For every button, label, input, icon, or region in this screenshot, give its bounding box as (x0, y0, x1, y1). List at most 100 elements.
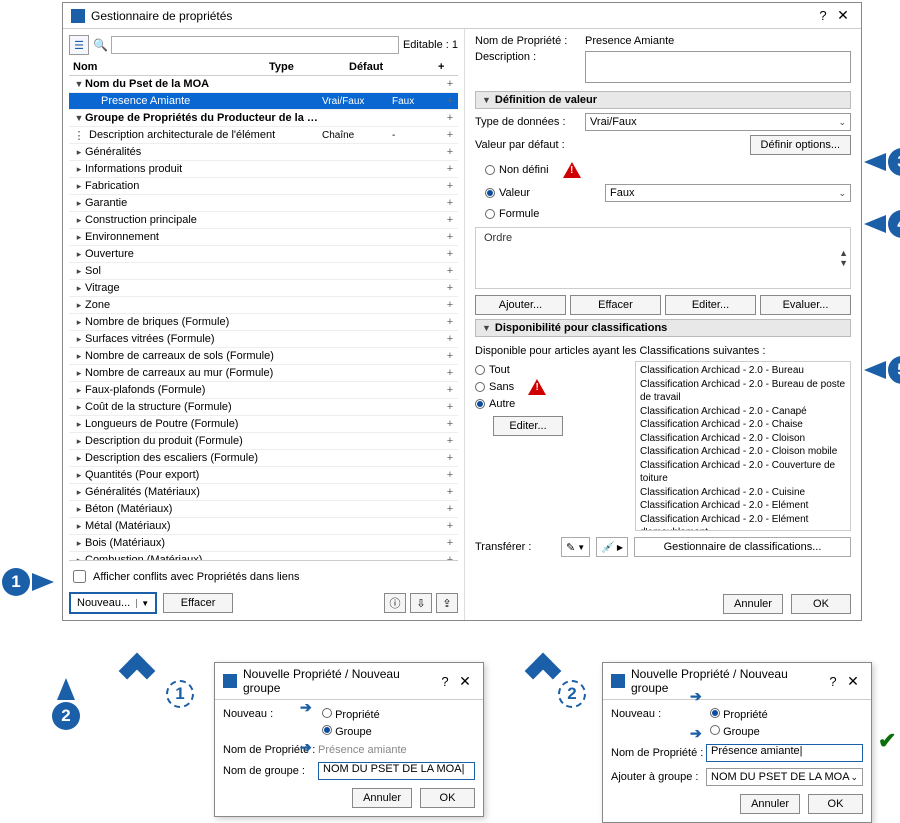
group-name-input[interactable]: NOM DU PSET DE LA MOA| (318, 762, 475, 780)
help-button[interactable]: ? (823, 674, 843, 689)
export-icon[interactable]: ⇪ (436, 593, 458, 613)
move-down-icon[interactable]: ▼ (839, 258, 848, 268)
classification-manager-button[interactable]: Gestionnaire de classifications... (634, 537, 851, 557)
radio-value[interactable] (485, 188, 495, 198)
import-icon[interactable]: ⇩ (410, 593, 432, 613)
tree-row[interactable]: ▸Description des escaliers (Formule)+ (69, 450, 458, 467)
add-to-group-select[interactable]: NOM DU PSET DE LA MOA⌄ (706, 768, 863, 786)
cancel-button[interactable]: Annuler (352, 788, 412, 808)
section-availability[interactable]: ▼Disponibilité pour classifications (475, 319, 851, 337)
erase-button[interactable]: Effacer (163, 593, 233, 613)
add-button[interactable]: Ajouter... (475, 295, 566, 315)
tree-row[interactable]: ▸Fabrication+ (69, 178, 458, 195)
tree-row[interactable]: ▸Environnement+ (69, 229, 458, 246)
prop-name-input[interactable]: Présence amiante| (706, 744, 863, 762)
order-box[interactable]: Ordre ▲▼ (475, 227, 851, 289)
tree-row[interactable]: ▸Bois (Matériaux)+ (69, 535, 458, 552)
cancel-button[interactable]: Annuler (723, 594, 783, 614)
classification-item[interactable]: Classification Archicad - 2.0 - Chaise (640, 418, 846, 432)
close-button[interactable]: ✕ (843, 673, 863, 690)
classification-list[interactable]: Classification Archicad - 2.0 - BureauCl… (635, 361, 851, 531)
radio-none[interactable] (475, 382, 485, 392)
classification-item[interactable]: Classification Archicad - 2.0 - Cloison … (640, 445, 846, 459)
search-icon: 🔍 (93, 38, 107, 52)
ok-button[interactable]: OK (420, 788, 475, 808)
search-input[interactable] (111, 36, 399, 54)
classification-item[interactable]: Classification Archicad - 2.0 - Elément … (640, 513, 846, 532)
col-default[interactable]: Défaut (349, 61, 438, 73)
tree-row[interactable]: ⋮Description architecturale de l'élément… (69, 127, 458, 144)
radio-group[interactable] (710, 725, 720, 735)
tree-row[interactable]: ▸Garantie+ (69, 195, 458, 212)
tree-row[interactable]: Presence AmianteVrai/FauxFaux+ (69, 93, 458, 110)
classification-item[interactable]: Classification Archicad - 2.0 - Bureau d… (640, 378, 846, 405)
erase-value-button[interactable]: Effacer (570, 295, 661, 315)
tree-row[interactable]: ▸Construction principale+ (69, 212, 458, 229)
evaluate-button[interactable]: Evaluer... (760, 295, 851, 315)
classification-item[interactable]: Classification Archicad - 2.0 - Elément (640, 499, 846, 513)
description-input[interactable] (585, 51, 851, 83)
info-icon[interactable]: ⓘ (384, 593, 406, 613)
section-value-def[interactable]: ▼Définition de valeur (475, 91, 851, 109)
checkmark-icon: ✔ (878, 728, 896, 754)
radio-undefined[interactable] (485, 165, 495, 175)
help-button[interactable]: ? (435, 674, 455, 689)
callout-3: 3 (864, 148, 900, 176)
define-options-button[interactable]: Définir options... (750, 135, 851, 155)
list-mode-button[interactable]: ☰ (69, 35, 89, 55)
radio-property[interactable] (322, 708, 332, 718)
classification-item[interactable]: Classification Archicad - 2.0 - Cloison (640, 432, 846, 446)
tree-row[interactable]: ▸Surfaces vitrées (Formule)+ (69, 331, 458, 348)
tree-row[interactable]: ▸Zone+ (69, 297, 458, 314)
cancel-button[interactable]: Annuler (740, 794, 800, 814)
app-icon (223, 674, 237, 688)
inject-button[interactable]: 💉 ▶ (596, 537, 628, 557)
pointer-arrow: ➔ (690, 725, 702, 742)
classification-item[interactable]: Classification Archicad - 2.0 - Couvertu… (640, 459, 846, 486)
tree-row[interactable]: ▸Béton (Matériaux)+ (69, 501, 458, 518)
tree-row[interactable]: ▸Longueurs de Poutre (Formule)+ (69, 416, 458, 433)
tree-row[interactable]: ▼Nom du Pset de la MOA+ (69, 76, 458, 93)
tree-row[interactable]: ▸Nombre de carreaux au mur (Formule)+ (69, 365, 458, 382)
move-up-icon[interactable]: ▲ (839, 248, 848, 258)
tree-row[interactable]: ▸Quantités (Pour export)+ (69, 467, 458, 484)
property-tree[interactable]: ▼Nom du Pset de la MOA+Presence AmianteV… (69, 76, 458, 561)
help-button[interactable]: ? (813, 8, 833, 23)
tree-row[interactable]: ▸Description du produit (Formule)+ (69, 433, 458, 450)
tree-row[interactable]: ▸Métal (Matériaux)+ (69, 518, 458, 535)
tree-row[interactable]: ▸Combustion (Matériaux)+ (69, 552, 458, 561)
radio-all[interactable] (475, 365, 485, 375)
tree-row[interactable]: ▸Faux-plafonds (Formule)+ (69, 382, 458, 399)
col-type[interactable]: Type (269, 61, 349, 73)
radio-group[interactable] (322, 725, 332, 735)
datatype-select[interactable]: Vrai/Faux⌄ (585, 113, 851, 131)
dialog-title: Nouvelle Propriété / Nouveau groupe (631, 667, 823, 695)
classification-item[interactable]: Classification Archicad - 2.0 - Canapé (640, 405, 846, 419)
close-button[interactable]: ✕ (455, 673, 475, 690)
tree-row[interactable]: ▸Nombre de briques (Formule)+ (69, 314, 458, 331)
ok-button[interactable]: OK (791, 594, 851, 614)
radio-other[interactable] (475, 399, 485, 409)
edit-value-button[interactable]: Editer... (665, 295, 756, 315)
tree-row[interactable]: ▸Généralités (Matériaux)+ (69, 484, 458, 501)
pick-button[interactable]: ✎ ▼ (561, 537, 590, 557)
conflicts-checkbox[interactable] (73, 570, 86, 583)
tree-row[interactable]: ▼Groupe de Propriétés du Producteur de l… (69, 110, 458, 127)
classification-item[interactable]: Classification Archicad - 2.0 - Bureau (640, 364, 846, 378)
tree-row[interactable]: ▸Informations produit+ (69, 161, 458, 178)
tree-row[interactable]: ▸Généralités+ (69, 144, 458, 161)
new-button[interactable]: Nouveau...▼ (69, 592, 157, 614)
radio-property[interactable] (710, 708, 720, 718)
radio-formula[interactable] (485, 209, 495, 219)
col-name[interactable]: Nom (69, 61, 269, 73)
edit-classification-button[interactable]: Editer... (493, 416, 563, 436)
close-button[interactable]: ✕ (833, 7, 853, 24)
tree-row[interactable]: ▸Ouverture+ (69, 246, 458, 263)
tree-row[interactable]: ▸Vitrage+ (69, 280, 458, 297)
default-value-select[interactable]: Faux⌄ (605, 184, 851, 202)
ok-button[interactable]: OK (808, 794, 863, 814)
tree-row[interactable]: ▸Nombre de carreaux de sols (Formule)+ (69, 348, 458, 365)
tree-row[interactable]: ▸Sol+ (69, 263, 458, 280)
classification-item[interactable]: Classification Archicad - 2.0 - Cuisine (640, 486, 846, 500)
tree-row[interactable]: ▸Coût de la structure (Formule)+ (69, 399, 458, 416)
